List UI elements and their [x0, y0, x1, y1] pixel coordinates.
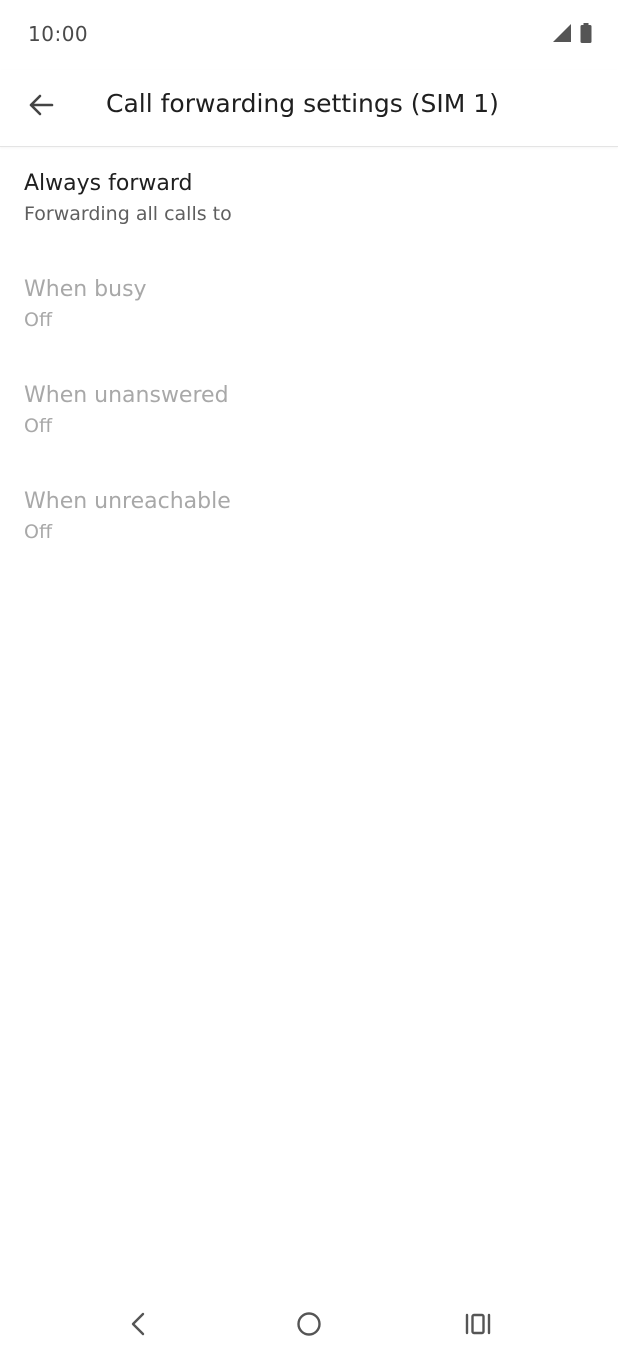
- app-bar: Call forwarding settings (SIM 1): [0, 70, 618, 147]
- nav-recents-icon: [464, 1310, 492, 1342]
- setting-title: When unreachable: [24, 489, 231, 514]
- setting-summary: Off: [24, 415, 53, 437]
- battery-icon: [580, 23, 592, 47]
- arrow-back-icon: [27, 91, 55, 123]
- nav-back-icon: [126, 1311, 152, 1341]
- settings-list: Always forward Forwarding all calls to W…: [0, 147, 618, 571]
- setting-when-unreachable: When unreachable Off: [0, 465, 618, 571]
- page-title: Call forwarding settings (SIM 1): [106, 89, 499, 118]
- setting-when-unanswered: When unanswered Off: [0, 359, 618, 465]
- nav-recents-button[interactable]: [456, 1304, 500, 1348]
- status-time: 10:00: [28, 22, 89, 46]
- setting-always-forward[interactable]: Always forward Forwarding all calls to: [0, 147, 618, 253]
- nav-home-icon: [295, 1310, 323, 1342]
- setting-title: When unanswered: [24, 383, 229, 408]
- back-button[interactable]: [18, 84, 64, 130]
- setting-summary: Forwarding all calls to: [24, 203, 232, 225]
- navigation-bar: [0, 1290, 618, 1360]
- setting-when-busy: When busy Off: [0, 253, 618, 359]
- setting-title: Always forward: [24, 171, 193, 196]
- status-bar: 10:00: [0, 0, 618, 70]
- signal-icon: [552, 23, 572, 47]
- status-icons: [552, 23, 592, 47]
- setting-summary: Off: [24, 309, 53, 331]
- setting-summary: Off: [24, 521, 53, 543]
- setting-title: When busy: [24, 277, 147, 302]
- nav-home-button[interactable]: [287, 1304, 331, 1348]
- nav-back-button[interactable]: [117, 1304, 161, 1348]
